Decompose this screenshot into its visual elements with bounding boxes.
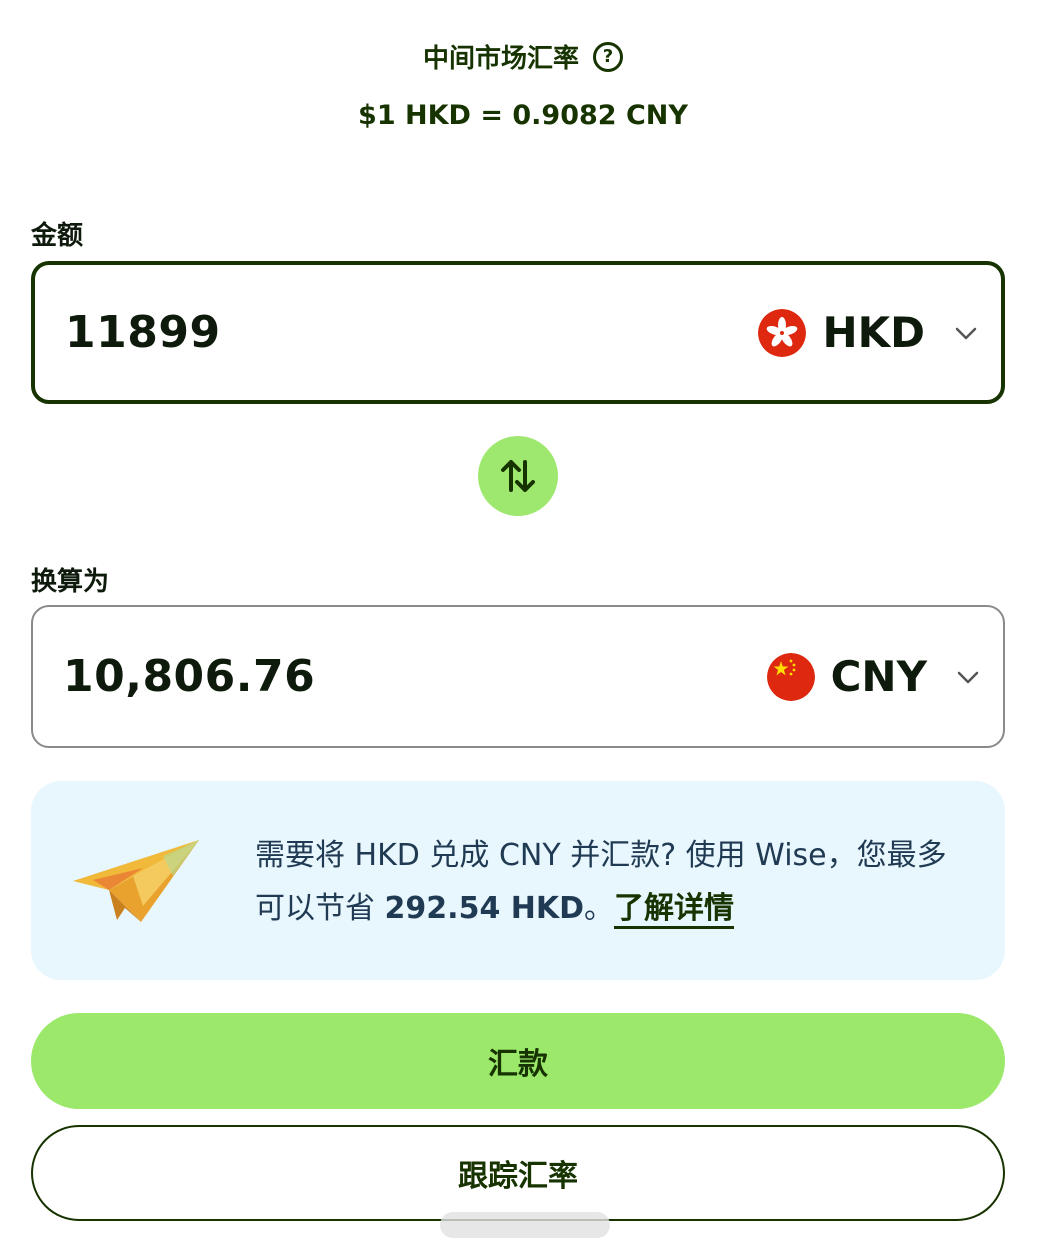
source-currency-select[interactable]: HKD [758,265,979,400]
promo-savings-amount: 292.54 HKD [384,891,585,926]
target-currency-select[interactable]: CNY [766,607,981,746]
amount-field[interactable]: 11899 HKD [31,261,1005,404]
source-currency-code: HKD [822,308,925,357]
paper-plane-icon [73,840,199,922]
chevron-down-icon [957,671,979,683]
china-flag-icon [766,652,815,701]
converted-label: 换算为 [31,567,110,597]
savings-promo-banner: 需要将 HKD 兑成 CNY 并汇款? 使用 Wise，您最多可以节省 292.… [31,781,1005,980]
promo-text: 需要将 HKD 兑成 CNY 并汇款? 使用 Wise，您最多可以节省 292.… [255,829,975,935]
swap-arrows-icon [501,460,535,492]
track-rate-button[interactable]: 跟踪汇率 [31,1125,1005,1221]
send-money-button[interactable]: 汇款 [31,1013,1005,1109]
rate-title: 中间市场汇率 [422,44,579,74]
rate-header: 中间市场汇率 ? [0,38,1046,75]
amount-input[interactable]: 11899 [65,265,221,400]
promo-text-after: 。 [584,891,615,926]
learn-more-link[interactable]: 了解详情 [614,891,735,929]
chevron-down-icon [955,327,977,339]
help-icon[interactable]: ? [593,41,623,72]
amount-label: 金额 [31,221,84,251]
hong-kong-flag-icon [758,308,807,357]
home-indicator [440,1212,610,1238]
converted-field[interactable]: 10,806.76 CNY [31,605,1005,748]
swap-currencies-button[interactable] [478,436,558,516]
exchange-rate-value: $1 HKD = 0.9082 CNY [358,100,688,131]
converted-amount-input[interactable]: 10,806.76 [63,607,315,746]
target-currency-code: CNY [830,652,927,701]
